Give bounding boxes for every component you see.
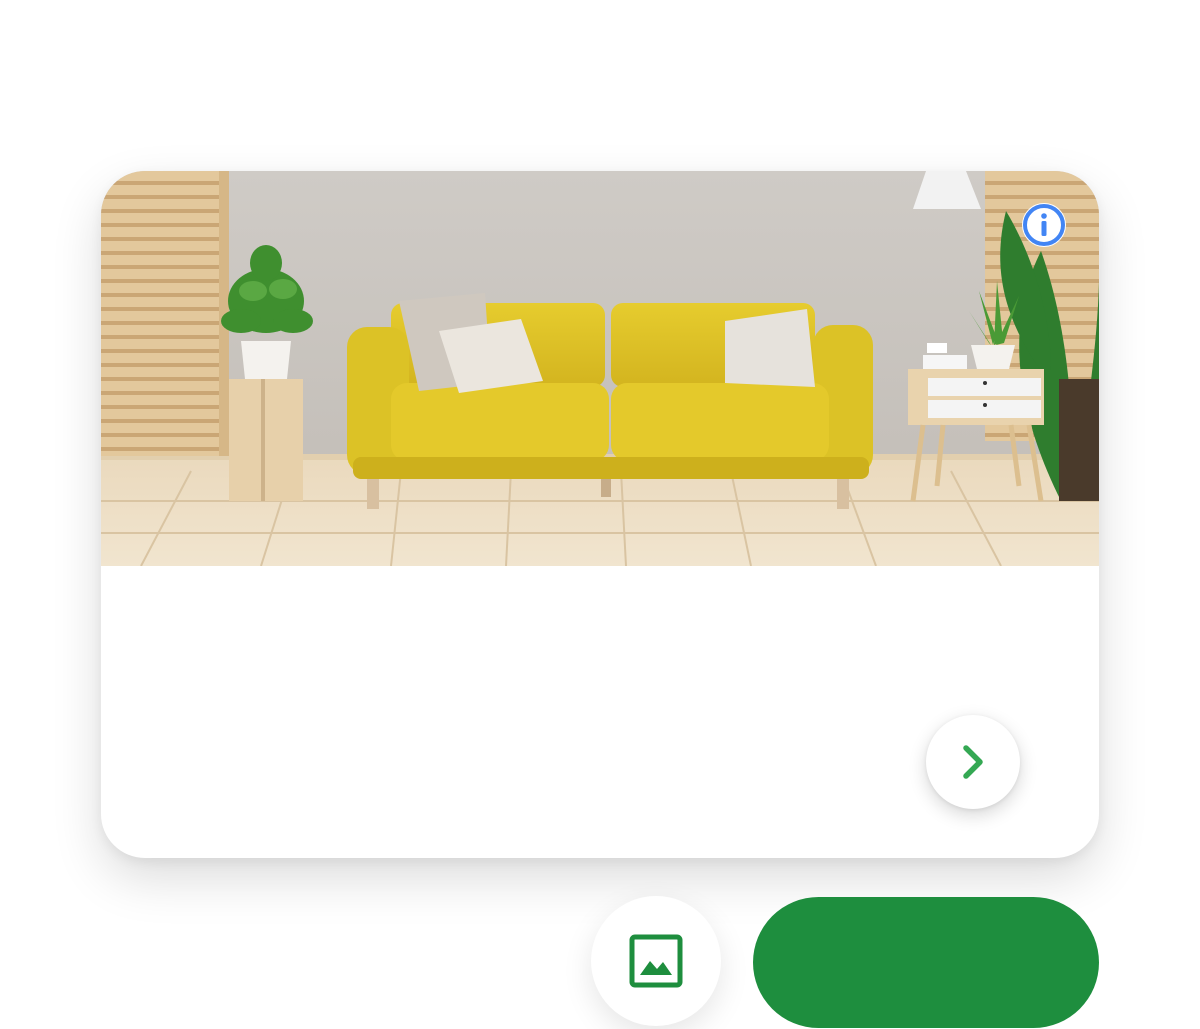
image-icon <box>629 934 683 988</box>
content-card <box>101 171 1099 858</box>
info-icon <box>1022 203 1066 247</box>
chevron-right-icon <box>963 745 983 779</box>
screen <box>0 0 1200 1029</box>
gallery-button[interactable] <box>591 896 721 1026</box>
primary-action-button[interactable] <box>753 897 1099 1028</box>
next-button[interactable] <box>926 715 1020 809</box>
info-button[interactable] <box>1020 201 1068 249</box>
hero-image <box>101 171 1099 566</box>
